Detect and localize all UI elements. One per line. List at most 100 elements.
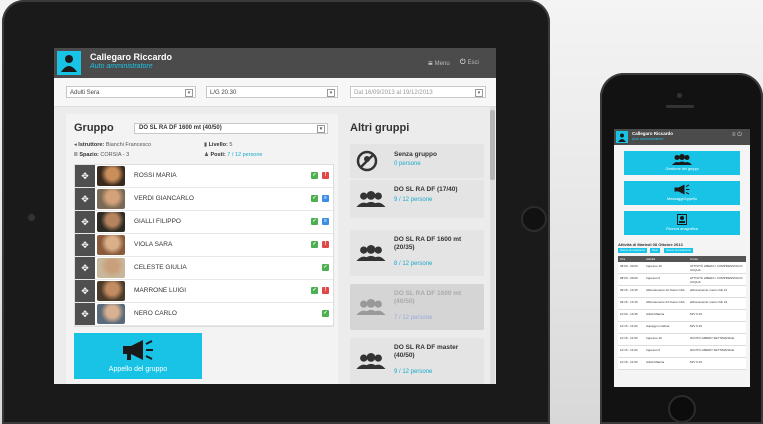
table-row[interactable]: 09:15 - 10:15 Abbonamento 12 Nuoto Club ab… [618,286,746,298]
drag-handle-icon[interactable]: ✥ [75,211,95,233]
group-card-title: DO SL RA DF (17/40) [394,186,458,193]
user-icon [61,55,77,72]
places-value: 7 / 12 persone [227,152,263,158]
instructor-info: ◂ Istruttore: Bianchi Francesco [74,142,151,148]
group-card[interactable]: DO SL RA DF master (40/50) 9 / 12 persone [350,338,484,384]
drag-handle-icon[interactable]: ✥ [75,303,95,325]
drag-handle-icon[interactable]: ✥ [75,257,95,279]
group-card[interactable]: DO SL RA DF 1600 mt (20/35) 8 / 12 person… [350,230,484,276]
tablet-home-button[interactable] [521,206,547,232]
phone-chip[interactable]: Nuova prenotazione [618,248,648,253]
group-card[interactable]: DO SL RA DF (17/40) 9 / 12 persone [350,180,484,218]
phone-search-label: Ricerca anagrafica [666,227,698,231]
table-row[interactable]: 10:00 - 10:45 Adulti Mattina M/V 9.15 [618,310,746,322]
status-badge: ! [322,172,329,179]
member-list: ✥ ROSSI MARIA ✓! ✥ VERDI GIANCARLO ✓ ≡ ✥ GIALLI … [74,164,334,327]
list-item[interactable]: ✥ NERO CARLO ✓ [75,303,333,326]
member-name: GIALLI FILIPPO [134,218,181,225]
phone-home-button[interactable] [668,395,696,423]
phone-row-course: ATTIVITÀ LIBERA / COMPRENSIVA DI ACQUA [690,276,743,284]
table-row[interactable]: 10:15 - 11:00 Aquagym mattina M/V 9.15 [618,322,746,334]
group-select[interactable]: DO SL RA DF 1600 mt (40/50) ▾ [134,123,328,134]
tablet-device: Callegaro Riccardo Auto amministratore ≡… [2,0,550,424]
member-name: ROSSI MARIA [134,172,177,179]
status-badge: ✓ [311,195,318,202]
no-group-icon [356,150,378,172]
member-name: CELESTE GIULIA [134,264,187,271]
hamburger-icon[interactable]: ≡ [732,132,736,138]
phone-row-time: 10:00 - 10:45 [620,312,638,316]
member-photo [97,212,125,232]
list-item[interactable]: ✥ ROSSI MARIA ✓! [75,165,333,188]
group-call-label: Appello del gruppo [108,366,168,373]
group-card[interactable]: Senza gruppo 0 persone [350,144,484,178]
member-photo [97,304,125,324]
table-row[interactable]: 10:15 - 11:00 Ingresso 10 NUOTO LIBERO SET… [618,334,746,346]
table-row[interactable]: 08:00 - 09:00 Ingresso 10 ATTIVITÀ LIBERA … [618,262,746,274]
scrollbar-thumb[interactable] [490,110,495,180]
group-card-count: 7 / 12 persone [394,315,433,321]
drag-handle-icon[interactable]: ✥ [75,188,95,210]
course-select[interactable]: Adulti Sera ▾ [66,86,196,98]
drag-handle-icon[interactable]: ✥ [75,280,95,302]
power-icon: ⏻ [460,59,466,66]
schedule-select[interactable]: L/G 20.30 ▾ [206,86,338,98]
instructor-value: Bianchi Francesco [105,142,152,148]
status-badge: ✓ [311,287,318,294]
exit-button[interactable]: ⏻ Esci [460,59,479,67]
group-select-value: DO SL RA DF 1600 mt (40/50) [139,125,222,131]
phone-row-time: 10:15 - 11:00 [620,360,638,364]
phone-chip[interactable]: Mesi [650,248,660,253]
phone-row-time: 10:15 - 11:00 [620,336,638,340]
list-item[interactable]: ✥ MARRONE LUIGI ✓! [75,280,333,303]
phone-chip[interactable]: Nuova prenotazione [664,248,694,253]
avatar[interactable] [57,51,81,75]
tablet-camera [28,214,35,221]
list-item[interactable]: ✥ VERDI GIANCARLO ✓ ≡ [75,188,333,211]
places-label: Posti: [210,152,226,158]
phone-search-button[interactable]: Ricerca anagrafica [624,211,740,235]
phone-top-bar: Callegaro Riccardo Auto amministratore ≡… [614,129,750,145]
phone-row-activity: Abbonamento 24 Nuoto Club [646,300,685,304]
whistle-icon: ◂ [74,142,77,148]
drag-handle-icon[interactable]: ✥ [75,165,95,187]
group-call-button[interactable]: Appello del gruppo [74,333,202,379]
phone-avatar[interactable] [616,131,628,143]
status-badge: ! [322,287,329,294]
table-row[interactable]: 10:15 - 11:00 Adulti Mattina M/V 9.15 [618,358,746,370]
phone-row-course: M/V 9.15 [690,360,703,364]
status-badge: ✓ [311,172,318,179]
phone-menu-icons[interactable]: ≡ ⏻ [732,132,742,139]
level-value: 5 [229,142,233,148]
table-row[interactable]: 08:00 - 09:00 Ingresso 5 ATTIVITÀ LIBERA /… [618,274,746,286]
table-row[interactable]: 10:15 - 11:00 Ingresso 5 NUOTO LIBERO SETT… [618,346,746,358]
drag-handle-icon[interactable]: ✥ [75,234,95,256]
list-item[interactable]: ✥ VIOLA SARA ✓! [75,234,333,257]
phone-messages-button[interactable]: Messaggi/Appello [624,181,740,205]
period-select[interactable]: Dal 16/09/2013 al 19/12/2013 ▾ [350,86,486,98]
power-icon[interactable]: ⏻ [737,132,742,138]
table-row[interactable]: 09:15 - 10:15 Abbonamento 24 Nuoto Club ab… [618,298,746,310]
menu-button[interactable]: ≡ Menu [428,59,450,68]
group-panel: Gruppo DO SL RA DF 1600 mt (40/50) ▾ ◂ I… [66,114,338,384]
list-item[interactable]: ✥ CELESTE GIULIA ✓ [75,257,333,280]
other-groups-panel: Altri gruppi Senza gruppo 0 persone DO SL … [346,114,490,384]
user-name: Callegaro Riccardo [90,52,173,62]
level-label: Livello: [208,142,228,148]
bookmark-icon: ▮ [204,142,208,148]
group-card[interactable]: DO SL RA DF 1600 mt (40/50) 7 / 12 person… [350,284,484,330]
phone-activity-title: Attività di Martedì 08 Ottobre 2013 [618,242,683,247]
member-name: NERO CARLO [134,310,177,317]
phone-row-time: 09:15 - 10:15 [620,300,638,304]
member-name: VIOLA SARA [134,241,173,248]
phone-row-course: NUOTO LIBERO SETTIMANALE [690,336,735,340]
filter-bar: Adulti Sera ▾ L/G 20.30 ▾ Dal 16/09/2013… [54,78,496,107]
phone-row-activity: Ingresso 10 [646,264,662,268]
phone-row-course: abbonamento nuoto club 12 [690,288,728,292]
chevron-down-icon: ▾ [327,89,335,97]
status-badge: ✓ [322,264,329,271]
phone-device: Callegaro Riccardo Auto amministratore ≡… [600,73,763,424]
list-item[interactable]: ✥ GIALLI FILIPPO ✓ ≡ [75,211,333,234]
phone-row-course: M/V 9.15 [690,324,703,328]
phone-groups-button[interactable]: Gestione dei gruppi [624,151,740,175]
